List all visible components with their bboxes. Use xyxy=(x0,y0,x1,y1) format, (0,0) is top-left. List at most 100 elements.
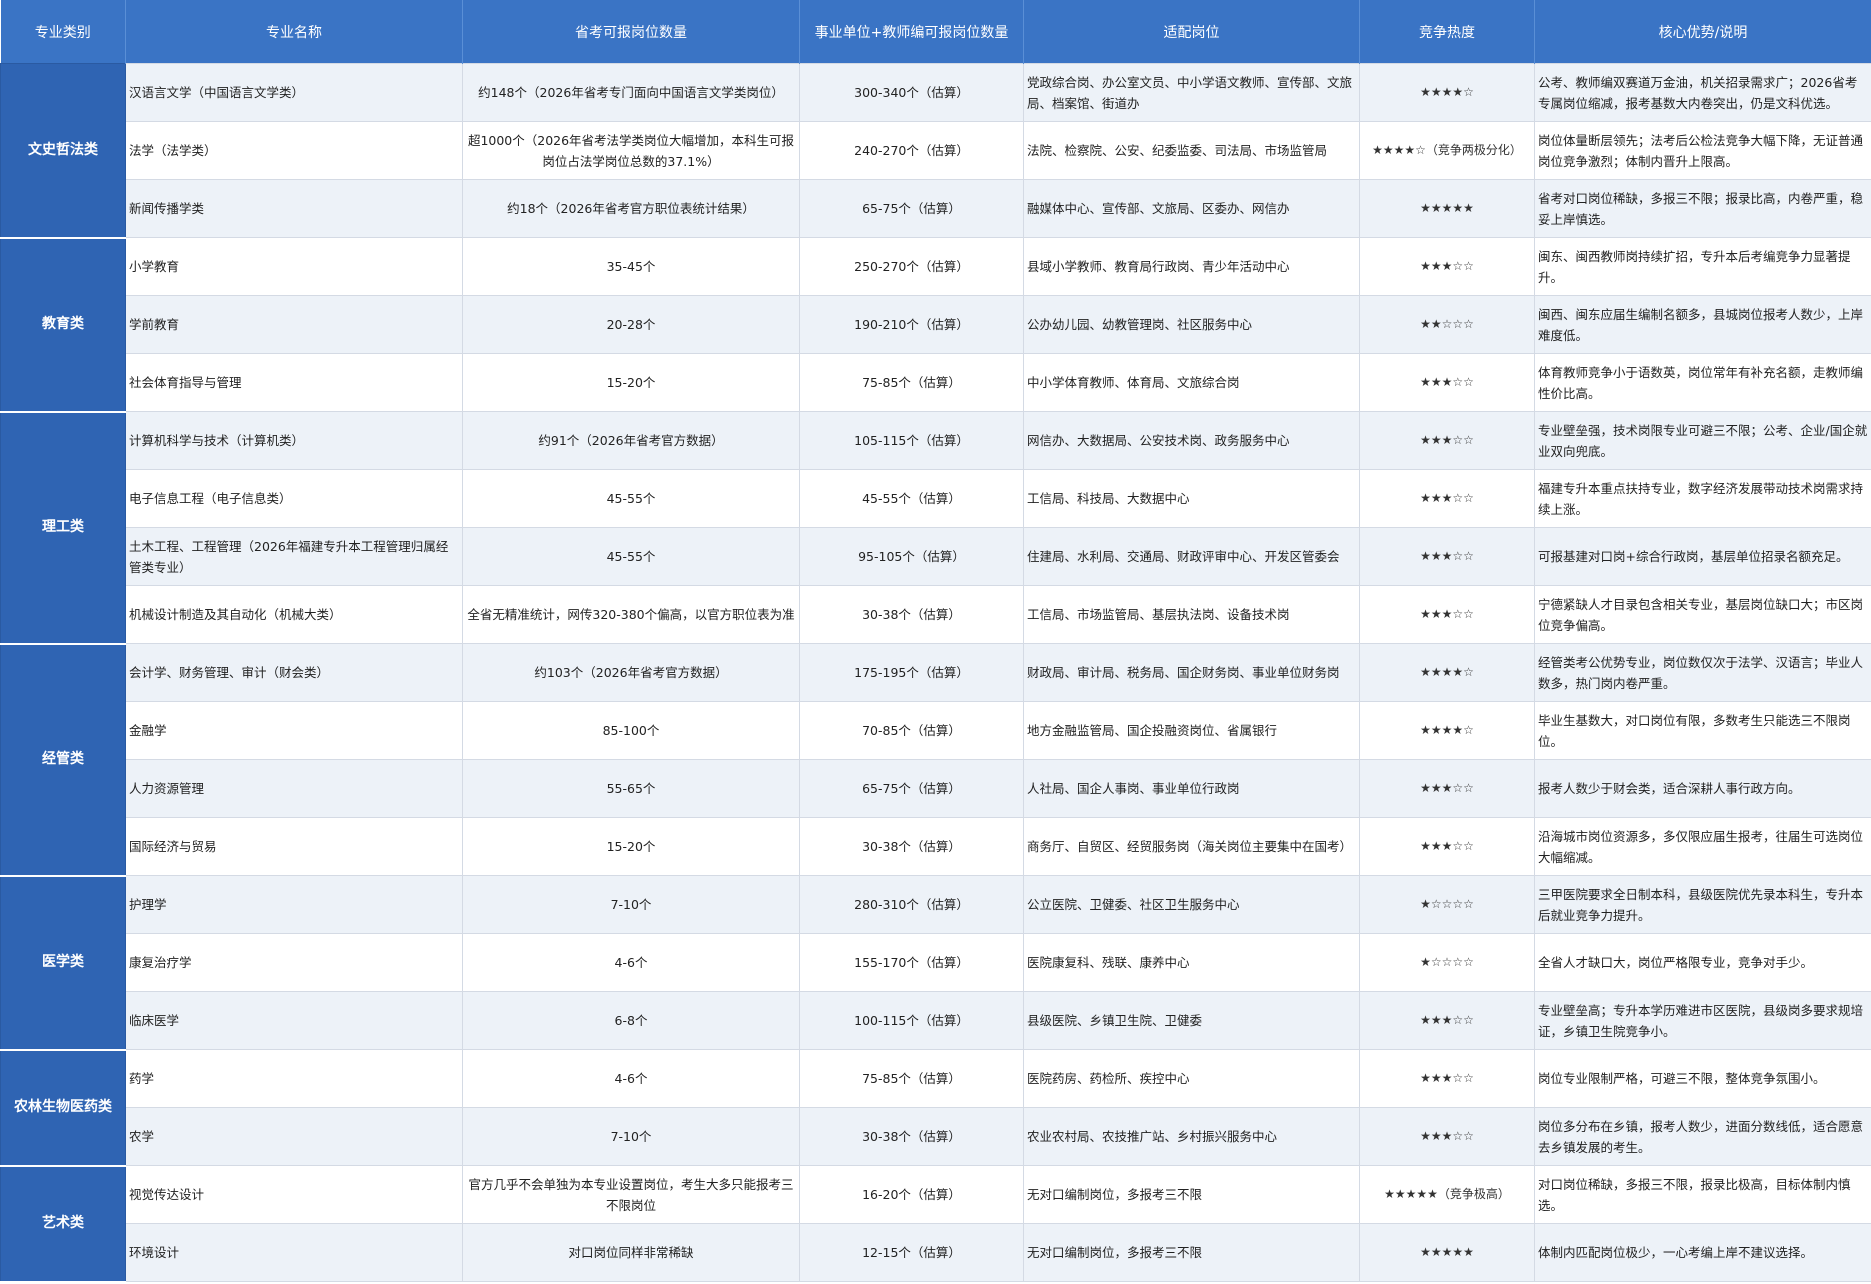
table-row: 康复治疗学 4-6个 155-170个（估算） 医院康复科、残联、康养中心 ★☆☆☆☆ 全… xyxy=(1,933,1871,992)
note-cell: 省考对口岗位稀缺，多报三不限；报录比高，内卷严重，稳妥上岸慎选。 xyxy=(1534,179,1871,238)
major-cell: 药学 xyxy=(125,1049,463,1108)
institution-count-cell: 175-195个（估算） xyxy=(799,643,1024,702)
major-cell: 电子信息工程（电子信息类） xyxy=(125,469,463,528)
header-major: 专业名称 xyxy=(125,0,463,64)
table-row: 土木工程、工程管理（2026年福建专升本工程管理归属经管类专业） 45-55个 95… xyxy=(1,527,1871,586)
major-cell: 国际经济与贸易 xyxy=(125,817,463,876)
province-count-cell: 全省无精准统计，网传320-380个偏高，以官方职位表为准 xyxy=(462,585,800,644)
table-row: 教育类 小学教育 35-45个 250-270个（估算） 县域小学教师、教育局行政岗、青… xyxy=(0,237,1871,413)
province-count-cell: 4-6个 xyxy=(462,1049,800,1108)
table-row: 理工类 计算机科学与技术（计算机类） 约91个（2026年省考官方数据） 105-11… xyxy=(0,411,1871,645)
institution-count-cell: 70-85个（估算） xyxy=(799,701,1024,760)
heat-cell: ★★★☆☆ xyxy=(1359,991,1535,1050)
province-count-cell: 55-65个 xyxy=(462,759,800,818)
heat-cell: ★★★☆☆ xyxy=(1359,237,1535,296)
province-count-cell: 15-20个 xyxy=(462,353,800,412)
institution-count-cell: 100-115个（估算） xyxy=(799,991,1024,1050)
table-row: 医学类 护理学 7-10个 280-310个（估算） 公立医院、卫健委、社区卫生服务中心… xyxy=(0,875,1871,1051)
header-institution: 事业单位+教师编可报岗位数量 xyxy=(799,0,1024,64)
heat-cell: ★★★☆☆ xyxy=(1359,353,1535,412)
category-cell: 经管类 xyxy=(0,643,126,877)
header-positions: 适配岗位 xyxy=(1023,0,1360,64)
province-count-cell: 7-10个 xyxy=(462,1107,800,1166)
note-cell: 闽东、闽西教师岗持续扩招，专升本后考编竞争力显著提升。 xyxy=(1534,237,1871,296)
province-count-cell: 官方几乎不会单独为本专业设置岗位，考生大多只能报考三不限岗位 xyxy=(462,1165,800,1224)
positions-cell: 法院、检察院、公安、纪委监委、司法局、市场监管局 xyxy=(1023,121,1360,180)
table-row: 学前教育 20-28个 190-210个（估算） 公办幼儿园、幼教管理岗、社区服务中心… xyxy=(1,295,1871,354)
table-row: 社会体育指导与管理 15-20个 75-85个（估算） 中小学体育教师、体育局、文旅综… xyxy=(1,353,1871,412)
major-cell: 金融学 xyxy=(125,701,463,760)
major-cell: 护理学 xyxy=(125,875,463,934)
table-row: 艺术类 视觉传达设计 官方几乎不会单独为本专业设置岗位，考生大多只能报考三不限岗位 1… xyxy=(0,1165,1871,1283)
heat-cell: ★★★☆☆ xyxy=(1359,411,1535,470)
positions-cell: 医院康复科、残联、康养中心 xyxy=(1023,933,1360,992)
category-cell: 医学类 xyxy=(0,875,126,1051)
table-row: 新闻传播学类 约18个（2026年省考官方职位表统计结果） 65-75个（估算） 融媒… xyxy=(1,179,1871,238)
heat-cell: ★★★☆☆ xyxy=(1359,585,1535,644)
table-row: 人力资源管理 55-65个 65-75个（估算） 人社局、国企人事岗、事业单位行政岗 ★… xyxy=(1,759,1871,818)
category-cell: 理工类 xyxy=(0,411,126,645)
table-row: 农林生物医药类 药学 4-6个 75-85个（估算） 医院药房、药检所、疾控中心 ★★★☆… xyxy=(0,1049,1871,1167)
heat-cell: ★★★☆☆ xyxy=(1359,817,1535,876)
major-cell: 机械设计制造及其自动化（机械大类） xyxy=(125,585,463,644)
note-cell: 岗位多分布在乡镇，报考人数少，进面分数线低，适合愿意去乡镇发展的考生。 xyxy=(1534,1107,1871,1166)
table-row: 法学（法学类） 超1000个（2026年省考法学类岗位大幅增加，本科生可报岗位占法… xyxy=(1,121,1871,180)
major-cell: 会计学、财务管理、审计（财会类） xyxy=(125,643,463,702)
positions-cell: 中小学体育教师、体育局、文旅综合岗 xyxy=(1023,353,1360,412)
positions-cell: 商务厅、自贸区、经贸服务岗（海关岗位主要集中在国考） xyxy=(1023,817,1360,876)
note-cell: 专业壁垒强，技术岗限专业可避三不限；公考、企业/国企就业双向兜底。 xyxy=(1534,411,1871,470)
table-row: 机械设计制造及其自动化（机械大类） 全省无精准统计，网传320-380个偏高，以官… xyxy=(1,585,1871,644)
note-cell: 宁德紧缺人才目录包含相关专业，基层岗位缺口大；市区岗位竞争偏高。 xyxy=(1534,585,1871,644)
province-count-cell: 7-10个 xyxy=(462,875,800,934)
province-count-cell: 约148个（2026年省考专门面向中国语言文学类岗位） xyxy=(462,63,800,122)
institution-count-cell: 190-210个（估算） xyxy=(799,295,1024,354)
heat-cell: ★★★★★（竞争极高） xyxy=(1359,1165,1535,1224)
major-cell: 学前教育 xyxy=(125,295,463,354)
heat-cell: ★☆☆☆☆ xyxy=(1359,875,1535,934)
major-cell: 计算机科学与技术（计算机类） xyxy=(125,411,463,470)
institution-count-cell: 75-85个（估算） xyxy=(799,1049,1024,1108)
note-cell: 三甲医院要求全日制本科，县级医院优先录本科生，专升本后就业竞争力提升。 xyxy=(1534,875,1871,934)
note-cell: 专业壁垒高；专升本学历难进市区医院，县级岗多要求规培证，乡镇卫生院竞争小。 xyxy=(1534,991,1871,1050)
table-row: 电子信息工程（电子信息类） 45-55个 45-55个（估算） 工信局、科技局、大数据… xyxy=(1,469,1871,528)
positions-cell: 工信局、科技局、大数据中心 xyxy=(1023,469,1360,528)
institution-count-cell: 280-310个（估算） xyxy=(799,875,1024,934)
positions-cell: 财政局、审计局、税务局、国企财务岗、事业单位财务岗 xyxy=(1023,643,1360,702)
positions-cell: 无对口编制岗位，多报考三不限 xyxy=(1023,1223,1360,1282)
institution-count-cell: 95-105个（估算） xyxy=(799,527,1024,586)
province-count-cell: 15-20个 xyxy=(462,817,800,876)
positions-cell: 公立医院、卫健委、社区卫生服务中心 xyxy=(1023,875,1360,934)
note-cell: 公考、教师编双赛道万金油，机关招录需求广；2026省考专属岗位缩减，报考基数大内… xyxy=(1534,63,1871,122)
heat-cell: ★★★★☆（竞争两极分化） xyxy=(1359,121,1535,180)
major-cell: 临床医学 xyxy=(125,991,463,1050)
positions-cell: 网信办、大数据局、公安技术岗、政务服务中心 xyxy=(1023,411,1360,470)
heat-cell: ★★★☆☆ xyxy=(1359,1049,1535,1108)
institution-count-cell: 155-170个（估算） xyxy=(799,933,1024,992)
major-cell: 视觉传达设计 xyxy=(125,1165,463,1224)
positions-cell: 公办幼儿园、幼教管理岗、社区服务中心 xyxy=(1023,295,1360,354)
major-cell: 社会体育指导与管理 xyxy=(125,353,463,412)
major-cell: 法学（法学类） xyxy=(125,121,463,180)
positions-cell: 人社局、国企人事岗、事业单位行政岗 xyxy=(1023,759,1360,818)
institution-count-cell: 300-340个（估算） xyxy=(799,63,1024,122)
table-row: 环境设计 对口岗位同样非常稀缺 12-15个（估算） 无对口编制岗位，多报考三不限 ★★… xyxy=(1,1223,1871,1282)
institution-count-cell: 30-38个（估算） xyxy=(799,585,1024,644)
table-row: 经管类 会计学、财务管理、审计（财会类） 约103个（2026年省考官方数据） 175… xyxy=(0,643,1871,877)
major-cell: 土木工程、工程管理（2026年福建专升本工程管理归属经管类专业） xyxy=(125,527,463,586)
province-count-cell: 对口岗位同样非常稀缺 xyxy=(462,1223,800,1282)
note-cell: 报考人数少于财会类，适合深耕人事行政方向。 xyxy=(1534,759,1871,818)
note-cell: 闽西、闽东应届生编制名额多，县城岗位报考人数少，上岸难度低。 xyxy=(1534,295,1871,354)
province-count-cell: 超1000个（2026年省考法学类岗位大幅增加，本科生可报岗位占法学岗位总数的3… xyxy=(462,121,800,180)
note-cell: 经管类考公优势专业，岗位数仅次于法学、汉语言；毕业人数多，热门岗内卷严重。 xyxy=(1534,643,1871,702)
heat-cell: ★★☆☆☆ xyxy=(1359,295,1535,354)
major-cell: 环境设计 xyxy=(125,1223,463,1282)
positions-cell: 党政综合岗、办公室文员、中小学语文教师、宣传部、文旅局、档案馆、街道办 xyxy=(1023,63,1360,122)
province-count-cell: 6-8个 xyxy=(462,991,800,1050)
positions-cell: 县域小学教师、教育局行政岗、青少年活动中心 xyxy=(1023,237,1360,296)
note-cell: 沿海城市岗位资源多，多仅限应届生报考，往届生可选岗位大幅缩减。 xyxy=(1534,817,1871,876)
header-province: 省考可报岗位数量 xyxy=(462,0,800,64)
positions-cell: 农业农村局、农技推广站、乡村振兴服务中心 xyxy=(1023,1107,1360,1166)
table-row: 文史哲法类 汉语言文学（中国语言文学类） 约148个（2026年省考专门面向中国语言… xyxy=(0,63,1871,239)
province-count-cell: 45-55个 xyxy=(462,469,800,528)
institution-count-cell: 65-75个（估算） xyxy=(799,759,1024,818)
